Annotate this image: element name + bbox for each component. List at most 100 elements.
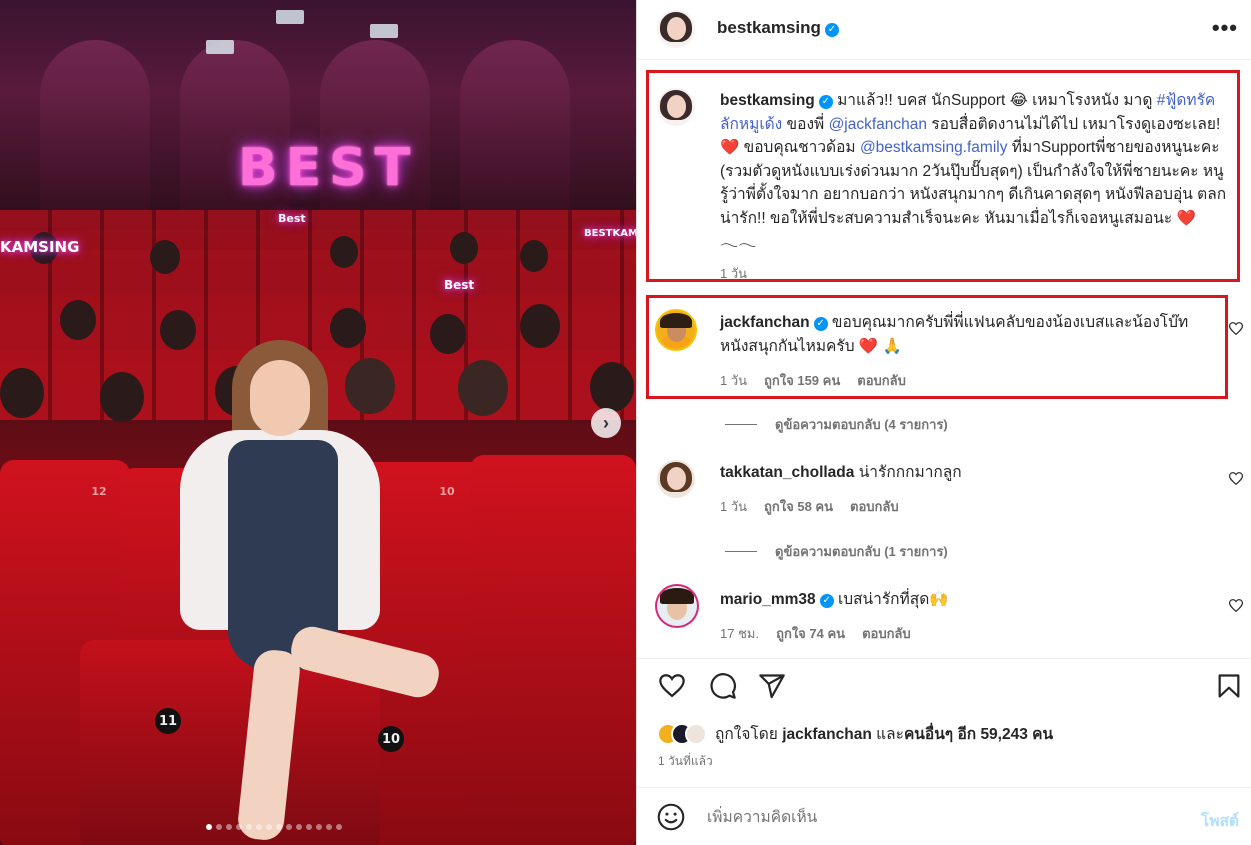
comment-time[interactable]: 1 วัน — [720, 496, 747, 517]
caption-part: ของพี่ — [782, 115, 829, 133]
audience-member — [520, 240, 548, 272]
view-replies-button[interactable]: ดูข้อความตอบกลับ (1 รายการ) — [725, 541, 948, 562]
verified-badge-icon: ✓ — [818, 95, 833, 109]
divider-line — [725, 551, 757, 552]
comment-avatar[interactable] — [657, 460, 695, 498]
audience-member — [150, 240, 180, 274]
carousel-dot — [326, 824, 332, 830]
seat-number: 10 — [378, 726, 404, 752]
author-username-text: bestkamsing — [717, 18, 821, 37]
audience-member — [330, 236, 358, 268]
share-paper-plane-icon[interactable] — [758, 672, 786, 700]
avatar-face — [666, 466, 686, 490]
comment-meta: 1 วัน ถูกใจ 58 คน ตอบกลับ — [720, 496, 899, 517]
neon-sign: KAMSING — [0, 238, 80, 256]
carousel-dot — [206, 824, 212, 830]
comment-text: jackfanchan ✓ ขอบคุณมากครับพี่พี่แฟนคลับข… — [720, 311, 1210, 358]
mention-link[interactable]: @jackfanchan — [829, 116, 927, 133]
comment-bubble-icon[interactable] — [709, 672, 737, 700]
more-options-icon[interactable]: ••• — [1212, 17, 1238, 39]
carousel-dot — [226, 824, 232, 830]
comment-emojis: ❤️ 🙏 — [858, 337, 902, 355]
audience-member — [430, 314, 466, 354]
divider — [637, 658, 1251, 659]
likes-first-user[interactable]: jackfanchan — [782, 726, 872, 743]
comment-reply-button[interactable]: ตอบกลับ — [857, 370, 906, 391]
verified-badge-icon: ✓ — [824, 23, 839, 37]
comment-input[interactable] — [707, 806, 1167, 830]
carousel-dot — [276, 824, 282, 830]
carousel-dot — [306, 824, 312, 830]
caption-part: รอบสื่อติดงานไม่ได้ไป เหมาโรงดูเองซะเลย! — [927, 115, 1221, 133]
neon-best-sign: BEST — [238, 138, 419, 198]
caption-author-avatar[interactable] — [657, 88, 695, 126]
audience-member — [0, 368, 44, 418]
avatar-hair — [660, 313, 692, 329]
comment-likes-count[interactable]: ถูกใจ 58 คน — [764, 496, 833, 517]
heart-emoji: ❤️ — [720, 139, 740, 156]
avatar-face — [666, 16, 686, 40]
seat-number: 10 — [439, 484, 455, 498]
wall-arch — [40, 40, 150, 210]
comment-likes-count[interactable]: ถูกใจ 74 คน — [776, 623, 845, 644]
comment-like-heart-icon[interactable] — [1229, 322, 1243, 335]
comment-meta: 17 ชม. ถูกใจ 74 คน ตอบกลับ — [720, 623, 911, 644]
caption-part: มาแล้ว!! บคส นักSupport 😂 เหมาโรงหนัง มา… — [832, 92, 1157, 109]
verified-badge-icon: ✓ — [819, 594, 834, 608]
caption-time[interactable]: 1 วัน — [720, 263, 747, 284]
post-header: bestkamsing ✓ ••• — [637, 0, 1251, 60]
seat-number: 12 — [91, 484, 107, 498]
comment-username[interactable]: jackfanchan — [720, 314, 810, 331]
carousel-dot — [316, 824, 322, 830]
likes-text[interactable]: ถูกใจโดย jackfanchan และคนอื่นๆ อีก 59,2… — [715, 721, 1053, 746]
comment-time[interactable]: 17 ชม. — [720, 623, 759, 644]
post-time-ago[interactable]: 1 วันที่แล้ว — [658, 752, 713, 771]
mention-link[interactable]: @bestkamsing.family — [860, 139, 1008, 156]
neon-sign: Best — [444, 278, 475, 292]
post-comment-button[interactable]: โพสต์ — [1201, 808, 1239, 833]
carousel-next-button[interactable]: › — [591, 408, 621, 438]
ceiling-light — [206, 40, 234, 54]
likes-others[interactable]: คนอื่นๆ อีก 59,243 คน — [904, 726, 1053, 743]
comment-like-heart-icon[interactable] — [1229, 472, 1243, 485]
emoji-smiley-icon[interactable] — [657, 803, 685, 831]
verified-badge-icon: ✓ — [813, 317, 828, 331]
audience-member — [450, 232, 478, 264]
comment-meta: 1 วัน ถูกใจ 159 คน ตอบกลับ — [720, 370, 906, 391]
liker-avatar — [685, 722, 707, 745]
like-heart-icon[interactable] — [658, 672, 686, 700]
carousel-dot — [216, 824, 222, 830]
audience-member — [100, 372, 144, 422]
avatar-face — [666, 94, 686, 118]
save-bookmark-icon[interactable] — [1215, 672, 1243, 700]
comment-time[interactable]: 1 วัน — [720, 370, 747, 391]
view-replies-button[interactable]: ดูข้อความตอบกลับ (4 รายการ) — [725, 414, 948, 435]
audience-member — [590, 362, 634, 412]
carousel-dot — [336, 824, 342, 830]
divider — [637, 787, 1251, 788]
comment-username[interactable]: takkatan_chollada — [720, 464, 854, 481]
author-avatar[interactable] — [657, 10, 695, 48]
carousel-dot — [266, 824, 272, 830]
caption-tail: 𓂃𓂃 — [720, 233, 757, 250]
comment-avatar[interactable] — [657, 586, 697, 626]
post-photo: BEST KAMSING Best Best BESTKAM 11 10 12 … — [0, 0, 636, 845]
comment-avatar[interactable] — [655, 309, 697, 351]
seat-number: 11 — [155, 708, 181, 734]
caption-meta: 1 วัน — [720, 263, 747, 284]
wall-arch — [460, 40, 570, 210]
carousel-dot — [256, 824, 262, 830]
comment-emojis: 🙌 — [929, 591, 949, 608]
caption-username[interactable]: bestkamsing — [720, 92, 815, 109]
comment-like-heart-icon[interactable] — [1229, 599, 1243, 612]
caption-text: bestkamsing ✓ มาแล้ว!! บคส นักSupport 😂 เ… — [720, 89, 1230, 254]
comment-text: takkatan_chollada น่ารักกกมากลูก — [720, 461, 1210, 485]
carousel-dot — [246, 824, 252, 830]
author-username[interactable]: bestkamsing ✓ — [717, 18, 839, 38]
comment-reply-button[interactable]: ตอบกลับ — [862, 623, 911, 644]
comment-reply-button[interactable]: ตอบกลับ — [850, 496, 899, 517]
comment-username[interactable]: mario_mm38 — [720, 591, 816, 608]
neon-sign: Best — [278, 212, 306, 225]
comment-likes-count[interactable]: ถูกใจ 159 คน — [764, 370, 840, 391]
carousel-dots — [206, 824, 342, 830]
